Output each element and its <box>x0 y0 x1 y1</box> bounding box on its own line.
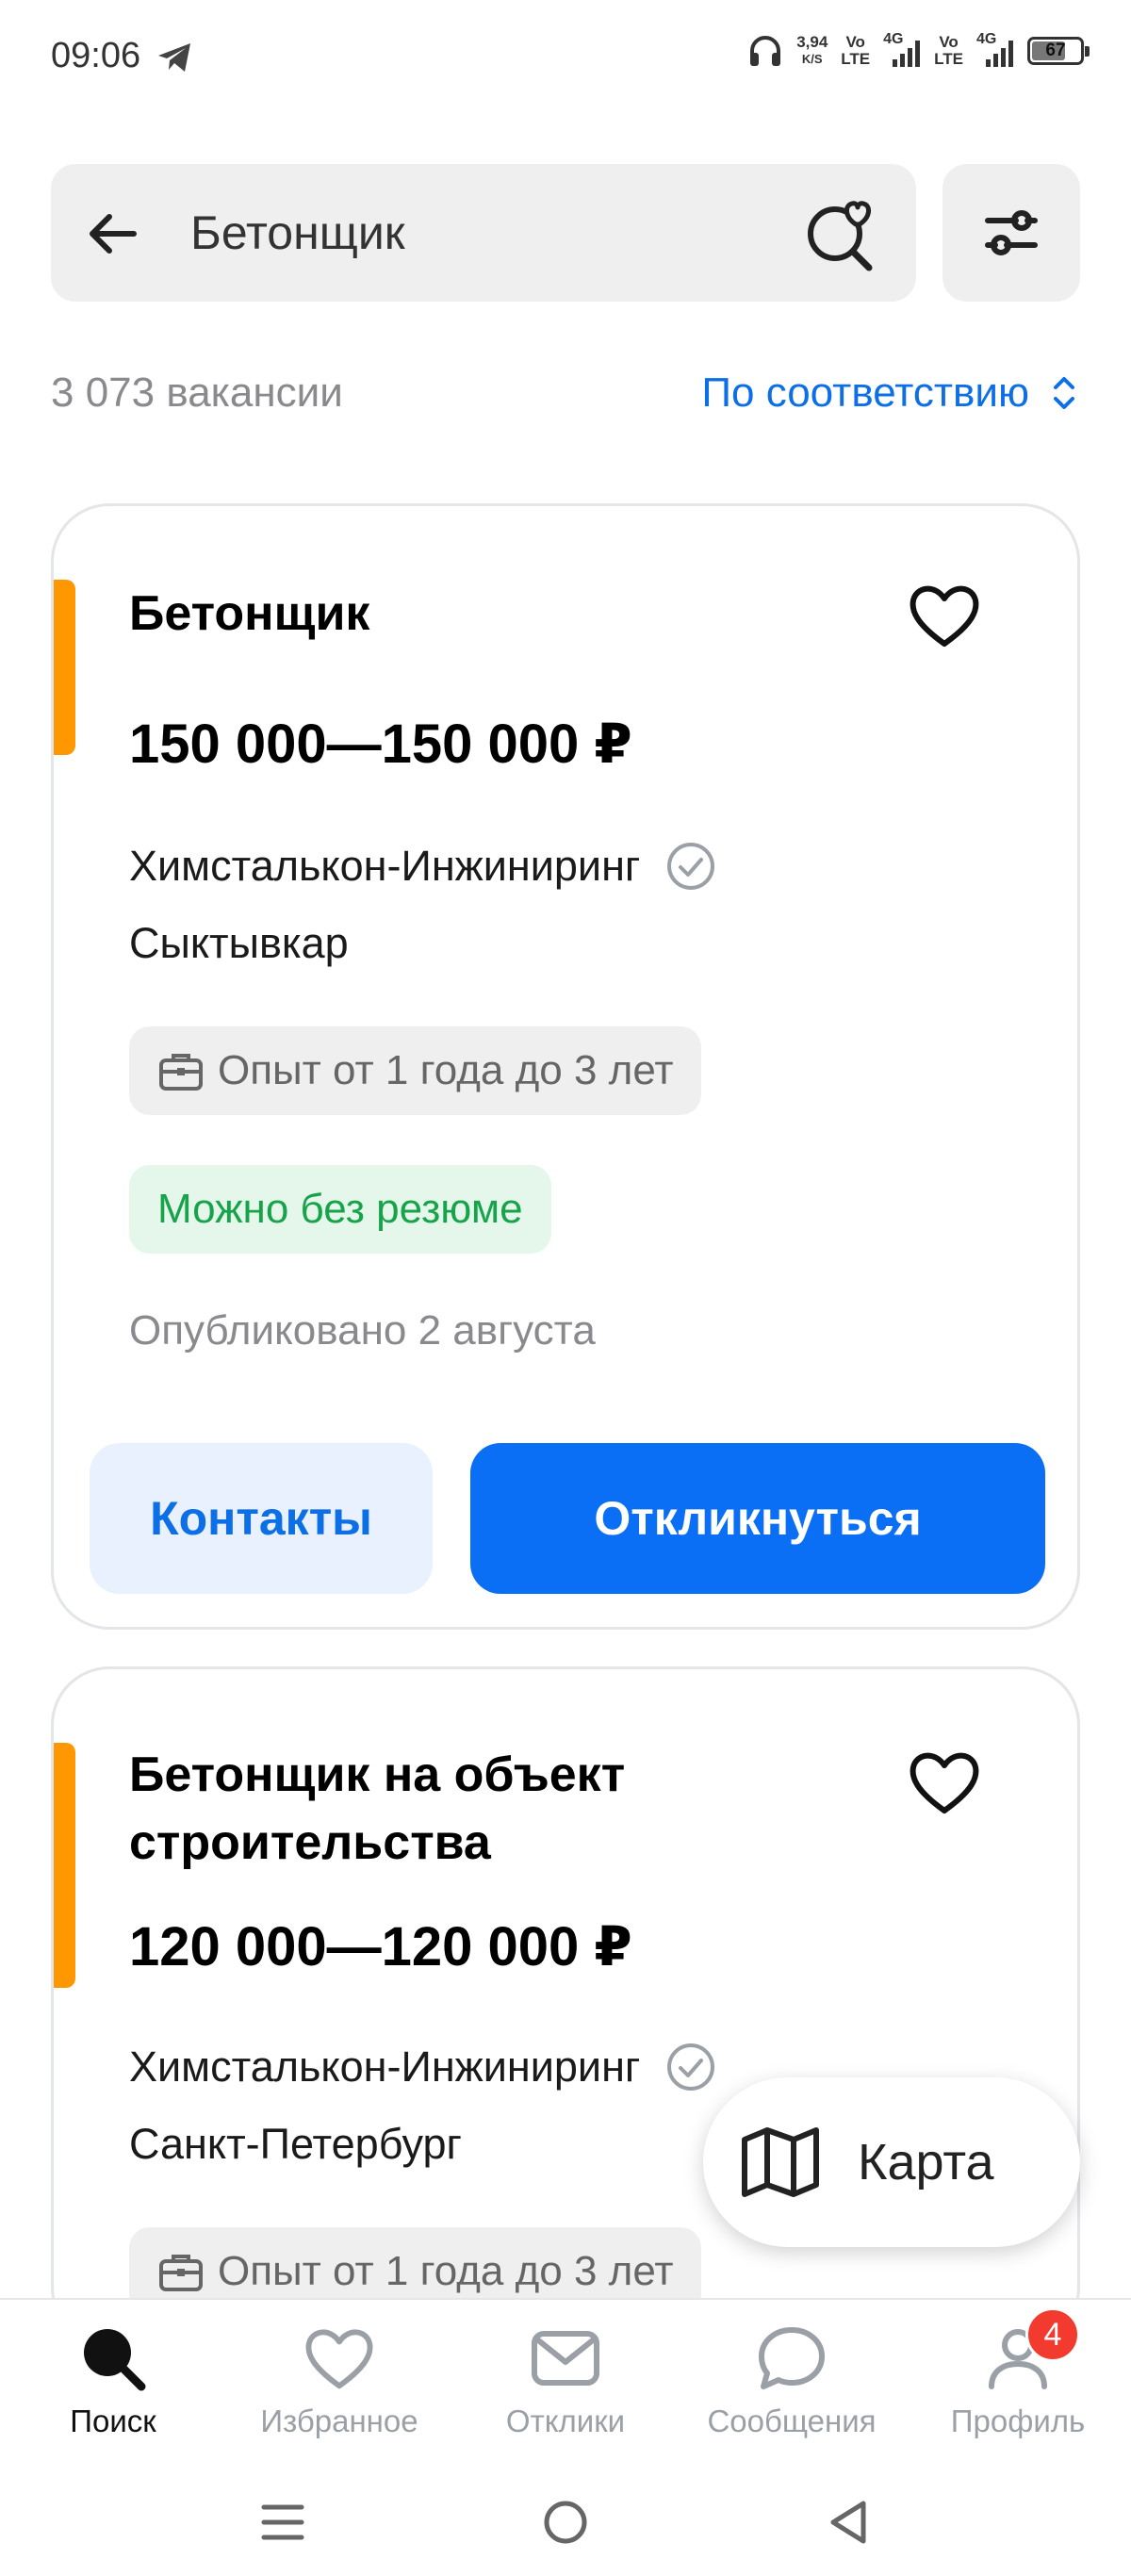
filter-button[interactable] <box>942 164 1080 302</box>
vacancy-title[interactable]: Бетонщик на объект строительства <box>129 1741 713 1877</box>
published-date: Опубликовано 2 августа <box>129 1307 596 1354</box>
nav-profile-label: Профиль <box>950 2404 1086 2438</box>
back-arrow-icon[interactable] <box>85 205 141 262</box>
vacancy-title[interactable]: Бетонщик <box>129 580 845 648</box>
verified-check-icon <box>667 2043 715 2091</box>
nav-favorites[interactable]: Избранное <box>226 2300 452 2462</box>
nav-search-label: Поиск <box>70 2404 156 2438</box>
telegram-icon <box>158 43 190 72</box>
volte-indicator-2: Vo LTE <box>934 33 963 68</box>
nav-messages[interactable]: Сообщения <box>679 2300 905 2462</box>
status-time: 09:06 <box>51 36 141 75</box>
favorite-heart-icon[interactable] <box>908 1748 981 1816</box>
map-button[interactable]: Карта <box>703 2077 1080 2247</box>
status-icons: 3,94 K/S Vo LTE 4G Vo LTE 4G 67 <box>747 31 1090 68</box>
search-input[interactable]: Бетонщик <box>190 205 405 260</box>
vacancy-salary: 150 000—150 000 ₽ <box>129 714 632 775</box>
menu-icon[interactable] <box>260 2500 305 2545</box>
company-name[interactable]: Химсталькон-Инжиниринг <box>129 842 640 891</box>
nav-responses-label: Отклики <box>505 2404 626 2438</box>
chat-bubble-icon <box>759 2327 825 2389</box>
system-navigation-bar <box>0 2462 1131 2576</box>
apply-button[interactable]: Откликнуться <box>470 1443 1045 1594</box>
briefcase-icon <box>159 2255 203 2291</box>
back-triangle-icon[interactable] <box>826 2498 871 2547</box>
experience-text: Опыт от 1 года до 3 лет <box>218 1047 674 1093</box>
nav-search[interactable]: Поиск <box>0 2300 226 2462</box>
verified-check-icon <box>667 843 715 890</box>
card-accent-bar <box>54 1743 75 1988</box>
nav-messages-label: Сообщения <box>707 2404 877 2438</box>
company-name[interactable]: Химсталькон-Инжиниринг <box>129 2043 640 2092</box>
net-speed: 3,94 K/S <box>796 33 828 67</box>
sort-label[interactable]: По соответствию <box>701 369 1029 417</box>
favorite-heart-icon[interactable] <box>908 582 981 649</box>
vacancy-salary: 120 000—120 000 ₽ <box>129 1916 632 1977</box>
vacancy-city: Санкт-Петербург <box>129 2120 462 2168</box>
company-row[interactable]: Химсталькон-Инжиниринг <box>129 840 717 893</box>
briefcase-icon <box>159 1054 203 1091</box>
bottom-navigation: Поиск Избранное Отклики Сообщения Профил… <box>0 2298 1131 2462</box>
heart-icon <box>305 2329 373 2389</box>
no-resume-chip: Можно без резюме <box>129 1165 551 1254</box>
vacancy-city: Сыктывкар <box>129 919 349 967</box>
nav-favorites-label: Избранное <box>260 2404 418 2438</box>
sort-selector[interactable]: По соответствию <box>701 369 1078 417</box>
search-bar[interactable]: Бетонщик <box>51 164 916 302</box>
notification-badge: 4 <box>1025 2307 1080 2362</box>
headphones-icon <box>750 36 781 66</box>
experience-chip: Опыт от 1 года до 3 лет <box>129 1026 702 1115</box>
card-accent-bar <box>54 580 75 755</box>
signal-2-icon: 4G <box>976 31 1014 67</box>
contacts-button[interactable]: Контакты <box>90 1443 433 1594</box>
nav-responses[interactable]: Отклики <box>452 2300 679 2462</box>
home-icon[interactable] <box>541 2498 590 2547</box>
vacancy-count: 3 073 вакансии <box>51 369 343 416</box>
signal-1-icon: 4G <box>883 31 921 67</box>
vacancy-card[interactable]: Бетонщик 150 000—150 000 ₽ Химсталькон-И… <box>51 503 1080 1630</box>
company-row[interactable]: Химсталькон-Инжиниринг <box>129 2041 717 2093</box>
map-icon <box>742 2127 819 2197</box>
envelope-icon <box>532 2331 599 2386</box>
volte-indicator-1: Vo LTE <box>841 33 871 68</box>
search-icon <box>84 2329 146 2391</box>
filter-sliders-icon <box>985 210 1038 255</box>
battery-icon: 67 <box>1027 37 1090 65</box>
nav-profile[interactable]: Профиль 4 <box>905 2300 1131 2462</box>
experience-text: Опыт от 1 года до 3 лет <box>218 2248 674 2294</box>
sort-chevrons-icon <box>1054 377 1074 409</box>
map-label[interactable]: Карта <box>858 2133 994 2191</box>
save-search-heart-icon[interactable] <box>803 192 878 271</box>
